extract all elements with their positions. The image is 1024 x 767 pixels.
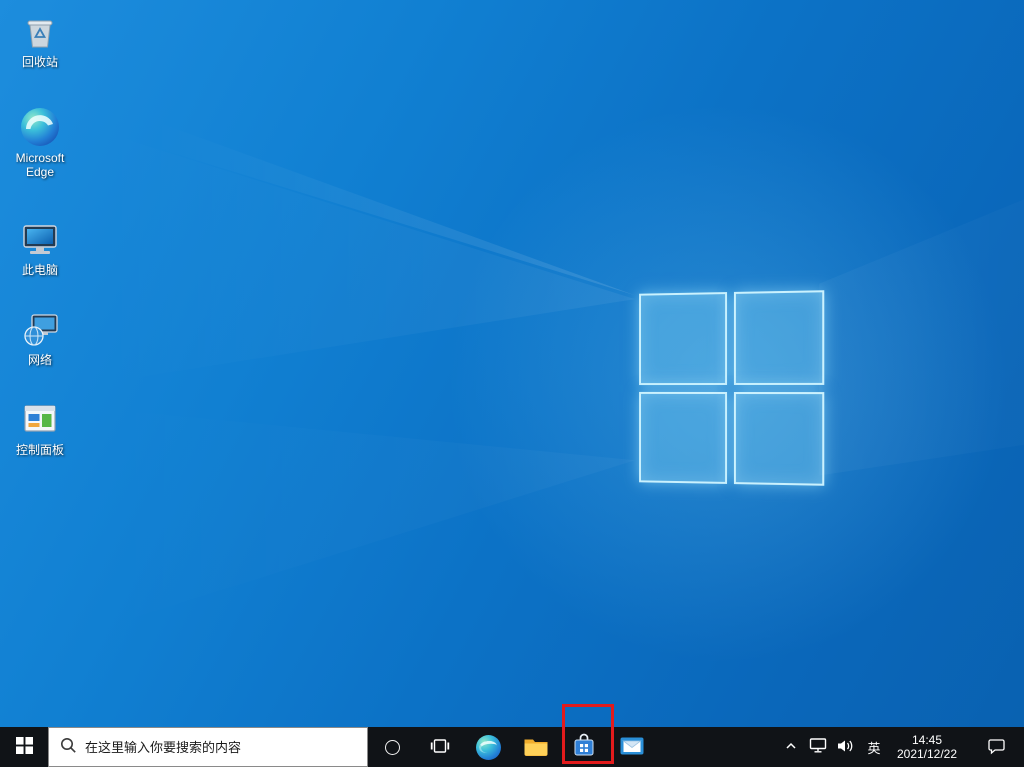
microsoft-store-button[interactable] bbox=[560, 727, 608, 767]
file-explorer-icon bbox=[523, 735, 549, 760]
windows-logo-pane bbox=[733, 290, 825, 385]
windows-logo-pane bbox=[733, 391, 825, 486]
windows-logo bbox=[639, 290, 825, 486]
windows-logo-pane bbox=[639, 391, 727, 484]
taskbar-edge-button[interactable] bbox=[464, 727, 512, 767]
desktop-icon-microsoft-edge[interactable]: Microsoft Edge bbox=[1, 106, 79, 179]
desktop-icon-recycle-bin[interactable]: 回收站 bbox=[1, 10, 79, 69]
start-button[interactable] bbox=[0, 727, 48, 767]
mail-icon bbox=[619, 735, 645, 760]
search-icon bbox=[59, 736, 77, 759]
network-icon bbox=[19, 308, 61, 350]
desktop-icon-label: 回收站 bbox=[21, 55, 58, 69]
mail-button[interactable] bbox=[608, 727, 656, 767]
edge-icon bbox=[475, 734, 501, 760]
cortana-button[interactable] bbox=[368, 727, 416, 767]
desktop-icon-this-pc[interactable]: 此电脑 bbox=[1, 218, 79, 277]
light-beam bbox=[0, 398, 635, 660]
action-center-button[interactable] bbox=[980, 727, 1014, 767]
taskbar: 英 14:45 2021/12/22 bbox=[0, 727, 1024, 767]
desktop-wallpaper: 回收站 Microsoft Edge 此电脑 网络 控制面板 在这里输入你要搜索… bbox=[0, 0, 1024, 767]
file-explorer-button[interactable] bbox=[512, 727, 560, 767]
cortana-icon bbox=[384, 739, 400, 755]
speaker-icon bbox=[837, 738, 855, 757]
tray-expand-button[interactable] bbox=[778, 727, 804, 767]
task-view-icon bbox=[430, 736, 450, 759]
light-beam bbox=[0, 65, 635, 296]
microsoft-store-icon bbox=[571, 732, 597, 762]
desktop-icon-network[interactable]: 网络 bbox=[1, 308, 79, 367]
control-panel-icon bbox=[19, 398, 61, 440]
windows-logo-pane bbox=[639, 292, 727, 385]
task-view-button[interactable] bbox=[416, 727, 464, 767]
desktop-icon-label: 此电脑 bbox=[21, 263, 58, 277]
light-beam bbox=[819, 199, 1024, 476]
desktop-icon-control-panel[interactable]: 控制面板 bbox=[1, 398, 79, 457]
notification-bubble-icon bbox=[988, 737, 1006, 758]
chevron-up-icon bbox=[784, 739, 798, 756]
network-monitor-icon bbox=[809, 737, 827, 757]
search-input[interactable] bbox=[85, 739, 357, 755]
clock[interactable]: 14:45 2021/12/22 bbox=[888, 727, 966, 767]
desktop-icon-label: 网络 bbox=[27, 353, 52, 367]
windows-start-icon bbox=[15, 737, 33, 757]
light-beam bbox=[0, 99, 635, 399]
edge-icon bbox=[19, 106, 61, 148]
this-pc-icon bbox=[19, 218, 61, 260]
taskbar-search-box[interactable] bbox=[48, 727, 368, 767]
network-status-button[interactable] bbox=[804, 727, 832, 767]
clock-time: 14:45 bbox=[911, 733, 943, 747]
desktop-icon-label: Microsoft Edge bbox=[15, 151, 65, 179]
desktop-icon-label: 控制面板 bbox=[15, 443, 64, 457]
volume-button[interactable] bbox=[832, 727, 860, 767]
recycle-bin-icon bbox=[19, 10, 61, 52]
clock-date: 2021/12/22 bbox=[896, 747, 958, 761]
ime-indicator[interactable]: 英 bbox=[860, 727, 888, 767]
system-tray: 英 14:45 2021/12/22 bbox=[778, 727, 1024, 767]
